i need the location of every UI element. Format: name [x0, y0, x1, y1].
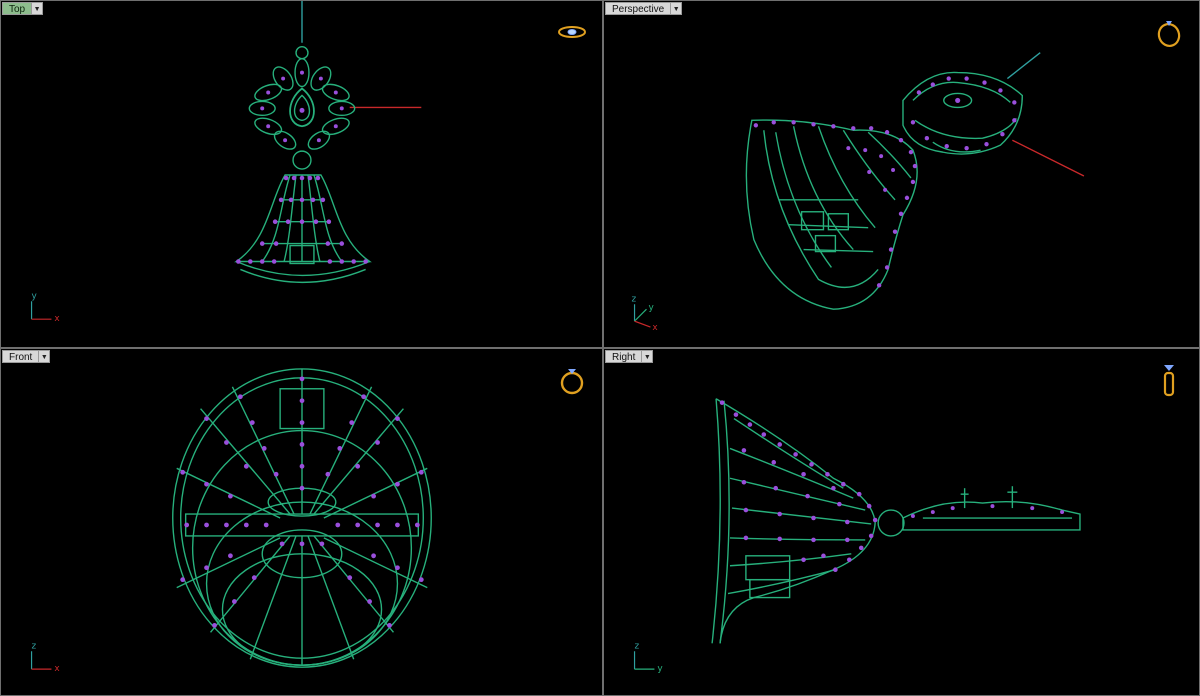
axis-label-vertical: y: [32, 291, 38, 301]
viewport-label: Top: [2, 2, 33, 15]
axis-indicator: z y: [633, 641, 663, 674]
dropdown-arrow-icon[interactable]: ▼: [642, 350, 654, 363]
axis-label-horizontal: x: [54, 664, 59, 674]
top-view-canvas[interactable]: y x: [1, 1, 602, 347]
viewport-right[interactable]: Right ▼ z y: [603, 348, 1200, 696]
axis-label-depth: x: [652, 323, 657, 333]
bell-side-wireframe: [711, 398, 1081, 644]
viewport-perspective[interactable]: Perspective ▼ z y x: [603, 0, 1200, 348]
viewport-tab-top[interactable]: Top ▼: [2, 2, 44, 15]
world-y-axis: [1006, 52, 1041, 80]
front-view-canvas[interactable]: z x: [1, 349, 602, 695]
viewport-tab-front[interactable]: Front ▼: [2, 350, 51, 363]
axis-label-vertical: z: [32, 641, 37, 651]
viewport-front[interactable]: Front ▼ z x: [0, 348, 603, 696]
viewport-label: Perspective: [605, 2, 672, 15]
axis-label-horizontal: y: [648, 303, 654, 313]
axis-label-vertical: z: [635, 641, 640, 651]
viewport-label: Front: [2, 350, 40, 363]
bell-body-wireframe: [745, 119, 918, 310]
dropdown-arrow-icon[interactable]: ▼: [39, 350, 51, 363]
viewport-label: Right: [605, 350, 643, 363]
bail-flower-wireframe: [902, 71, 1023, 155]
viewport-tab-right[interactable]: Right ▼: [605, 350, 654, 363]
bell-body-wireframe: [234, 174, 372, 284]
perspective-view-canvas[interactable]: z y x: [604, 1, 1199, 347]
axis-indicator: z x: [30, 641, 60, 674]
ring-gizmo-icon[interactable]: [1153, 15, 1185, 49]
ring-gizmo-icon[interactable]: [556, 15, 588, 49]
axis-indicator: y x: [30, 291, 60, 324]
world-x-axis: [1012, 139, 1085, 177]
right-view-canvas[interactable]: z y: [604, 349, 1199, 695]
dropdown-arrow-icon[interactable]: ▼: [32, 2, 44, 15]
axis-label-vertical: z: [632, 294, 637, 304]
ring-gizmo-icon[interactable]: [1153, 363, 1185, 397]
viewport-top[interactable]: Top ▼ y x: [0, 0, 603, 348]
viewport-tab-perspective[interactable]: Perspective ▼: [605, 2, 683, 15]
axis-label-horizontal: y: [657, 664, 663, 674]
axis-indicator: z y x: [632, 294, 658, 333]
bell-front-wireframe: [172, 368, 432, 668]
gem-settings: [753, 76, 1017, 288]
dropdown-arrow-icon[interactable]: ▼: [671, 2, 683, 15]
axis-label-horizontal: x: [54, 314, 59, 324]
ring-gizmo-icon[interactable]: [556, 363, 588, 397]
